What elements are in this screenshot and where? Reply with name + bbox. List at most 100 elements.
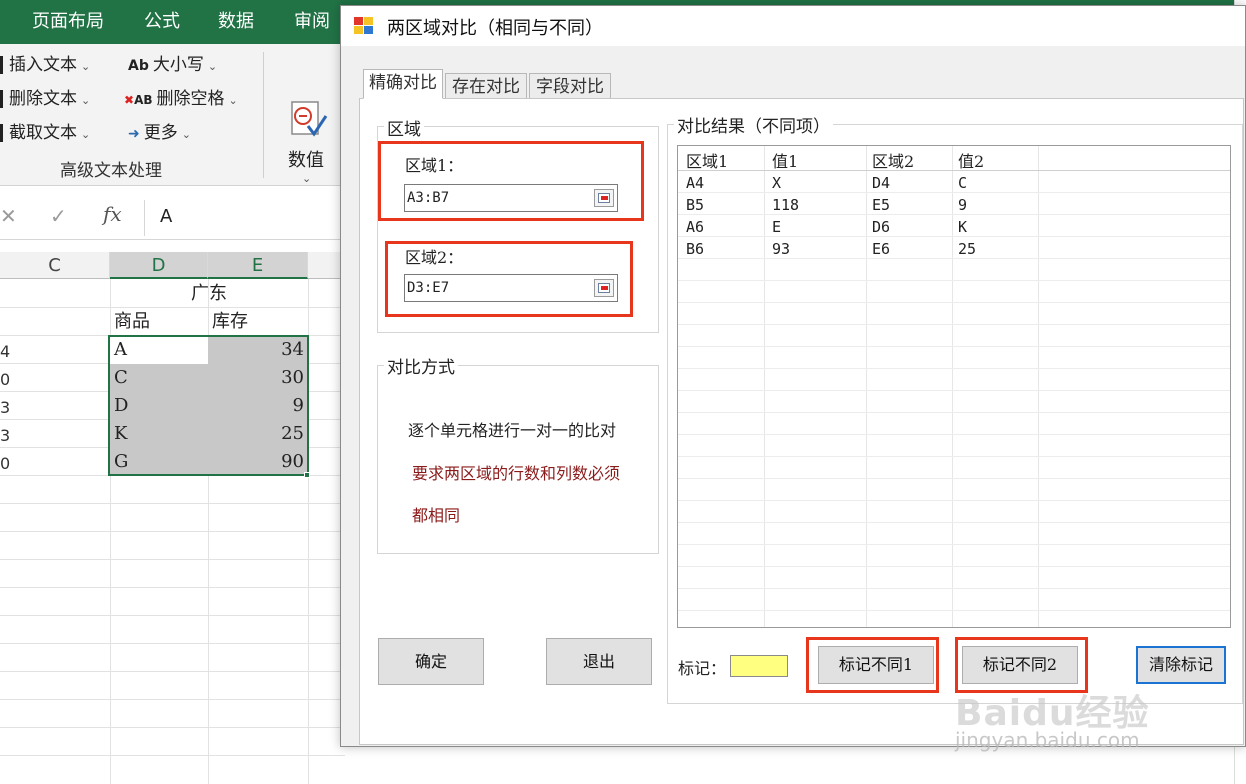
ribbon-tab-review[interactable]: 审阅: [290, 0, 334, 44]
method-description: 逐个单元格进行一对一的比对: [408, 421, 617, 440]
grid-header-value2[interactable]: 值2: [958, 148, 984, 172]
more-label: 更多: [143, 123, 178, 143]
clear-marks-button[interactable]: 清除标记: [1136, 646, 1226, 684]
mark-diff2-button[interactable]: 标记不同2: [962, 646, 1078, 684]
region1-input[interactable]: [407, 187, 591, 209]
delete-text-icon: [0, 90, 3, 108]
chevron-down-icon: ⌄: [207, 60, 218, 73]
grid-cell[interactable]: 118: [772, 196, 799, 214]
grid-header-value1[interactable]: 值1: [772, 148, 798, 172]
grid-cell[interactable]: X: [772, 174, 781, 192]
grid-cell[interactable]: E: [772, 218, 781, 236]
extract-text-icon: [0, 124, 3, 142]
grid-cell[interactable]: E5: [872, 196, 890, 214]
grid-cell[interactable]: E6: [872, 240, 890, 258]
change-case-button[interactable]: Ab 大小写 ⌄: [128, 52, 217, 78]
grid-cell[interactable]: 93: [772, 240, 790, 258]
delete-spaces-label: 删除空格: [156, 89, 225, 109]
column-header-e[interactable]: E: [208, 252, 308, 279]
header-cell-product[interactable]: 商品: [114, 308, 150, 336]
method-group-title: 对比方式: [384, 353, 458, 378]
number-format-button[interactable]: 数值: [288, 146, 324, 172]
grid-header-region2[interactable]: 区域2: [872, 148, 914, 172]
insert-text-button[interactable]: 插入文本 ⌄: [0, 52, 90, 78]
mark-diff1-button[interactable]: 标记不同1: [818, 646, 934, 684]
delete-spaces-icon: ✖AB: [124, 93, 153, 107]
confirm-button[interactable]: 确定: [378, 638, 484, 685]
result-group-title: 对比结果（不同项）: [674, 112, 833, 137]
header-cell-stock[interactable]: 库存: [212, 308, 248, 336]
mark-color-swatch[interactable]: [730, 655, 788, 677]
extract-text-label: 截取文本: [9, 123, 77, 143]
ribbon-tab-formulas[interactable]: 公式: [140, 0, 184, 44]
row-number: 3: [0, 426, 11, 445]
grid-cell[interactable]: D6: [872, 218, 890, 236]
more-button[interactable]: ➜ 更多 ⌄: [128, 120, 191, 146]
result-grid[interactable]: 区域1 值1 区域2 值2 A4 X D4 C B5 118 E5 9 A6 E…: [677, 145, 1231, 628]
grid-cell[interactable]: A4: [686, 174, 704, 192]
number-format-icon: [291, 101, 328, 137]
region2-field[interactable]: [404, 274, 618, 302]
formula-bar: ✕ ✓ fx A: [0, 196, 345, 240]
row-number: 0: [0, 370, 11, 389]
grid-cell[interactable]: K: [958, 218, 967, 236]
extract-text-button[interactable]: 截取文本 ⌄: [0, 120, 90, 146]
grid-cell[interactable]: B6: [686, 240, 704, 258]
ribbon-tab-page-layout[interactable]: 页面布局: [28, 0, 108, 44]
app-icon: [354, 17, 373, 34]
ribbon-panel: 插入文本 ⌄ 删除文本 ⌄ 截取文本 ⌄ Ab 大小写 ⌄ ✖AB 删除空格 ⌄ ➜ 更多 ⌄ 高…: [0, 44, 345, 186]
delete-text-button[interactable]: 删除文本 ⌄: [0, 86, 90, 112]
cancel-icon[interactable]: ✕: [0, 204, 17, 228]
tab-field-compare[interactable]: 字段对比: [529, 73, 611, 99]
grid-cell[interactable]: A6: [686, 218, 704, 236]
arrow-right-icon: ➜: [128, 126, 140, 142]
selection-border: [108, 335, 309, 476]
region2-input[interactable]: [407, 277, 591, 299]
method-warning-line1: 要求两区域的行数和列数必须: [412, 464, 621, 483]
region1-field[interactable]: [404, 184, 618, 212]
ribbon-tab-data[interactable]: 数据: [214, 0, 258, 44]
column-header-c[interactable]: C: [0, 252, 110, 279]
grid-cell[interactable]: 25: [958, 240, 976, 258]
grid-header-region1[interactable]: 区域1: [686, 148, 728, 172]
formula-input[interactable]: A: [160, 206, 172, 227]
dialog-title: 两区域对比（相同与不同）: [387, 18, 603, 39]
fill-handle[interactable]: [304, 472, 310, 478]
row-number: 3: [0, 398, 11, 417]
dialog-titlebar[interactable]: 两区域对比（相同与不同）: [341, 6, 1245, 46]
chevron-down-icon: ⌄: [81, 94, 91, 107]
ribbon-group-label: 高级文本处理: [60, 161, 162, 181]
merged-header-cell[interactable]: 广东: [110, 280, 308, 308]
mark-color-label: 标记：: [678, 659, 727, 678]
range-picker-icon[interactable]: [594, 189, 614, 207]
row-number: 4: [0, 342, 11, 361]
tab-exact-compare[interactable]: 精确对比: [363, 69, 443, 99]
tab-exist-compare[interactable]: 存在对比: [445, 73, 527, 99]
delete-text-label: 删除文本: [9, 89, 77, 109]
grid-cell[interactable]: D4: [872, 174, 890, 192]
insert-text-icon: [0, 56, 3, 74]
method-warning-line2: 都相同: [412, 506, 461, 525]
delete-spaces-button[interactable]: ✖AB 删除空格 ⌄: [124, 86, 238, 112]
ribbon-divider: [263, 52, 264, 178]
chevron-down-icon: ⌄: [302, 172, 312, 185]
formula-bar-divider: [144, 200, 145, 236]
exit-button[interactable]: 退出: [546, 638, 652, 685]
grid-cell[interactable]: 9: [958, 196, 967, 214]
insert-function-icon[interactable]: fx: [103, 202, 122, 226]
enter-check-icon[interactable]: ✓: [50, 204, 67, 228]
worksheet-grid: C D E 4 0 3 3 0 广东 商品 库存 A 34 C 30 D 9 K…: [0, 252, 345, 784]
chevron-down-icon: ⌄: [181, 128, 191, 141]
change-case-label: 大小写: [152, 55, 204, 75]
column-header-d[interactable]: D: [110, 252, 208, 279]
baidu-watermark-url: jingyan.baidu.com: [955, 728, 1140, 752]
region2-label: 区域2：: [405, 248, 464, 267]
chevron-down-icon: ⌄: [81, 60, 91, 73]
range-picker-icon[interactable]: [594, 279, 614, 297]
insert-text-label: 插入文本: [9, 55, 77, 75]
region-group-title: 区域: [384, 115, 424, 140]
chevron-down-icon: ⌄: [228, 94, 238, 107]
grid-cell[interactable]: B5: [686, 196, 704, 214]
chevron-down-icon: ⌄: [81, 128, 91, 141]
grid-cell[interactable]: C: [958, 174, 967, 192]
